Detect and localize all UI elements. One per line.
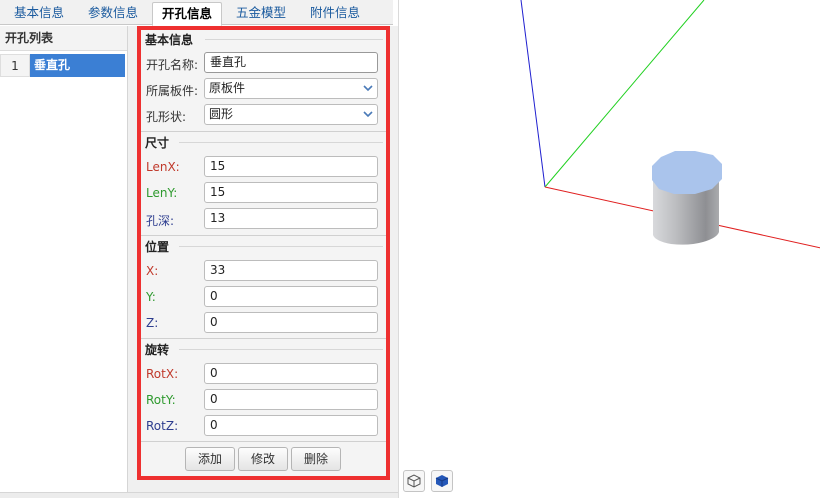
hole-form: 基本信息 开孔名称: 垂直孔 所属板件: 原板件 孔形状: 圆形 尺寸 LenX… [137,26,390,480]
rotx-label: RotX: [146,367,179,381]
delete-button[interactable]: 删除 [291,447,341,471]
view-wireframe-button[interactable] [403,470,425,492]
section-divider [179,142,383,143]
rotx-input[interactable]: 0 [204,363,378,384]
separator [141,338,386,339]
lenx-input[interactable]: 15 [204,156,378,177]
depth-label: 孔深: [146,214,175,228]
view-solid-button[interactable] [431,470,453,492]
shape-label: 孔形状: [146,110,187,124]
x-label: X: [146,264,159,278]
z-axis-line [520,0,546,188]
chevron-down-icon [363,85,373,92]
shape-select[interactable]: 圆形 [204,104,378,125]
depth-input[interactable]: 13 [204,208,378,229]
lenx-label: LenX: [146,160,180,174]
section-divider [179,349,383,350]
leny-input[interactable]: 15 [204,182,378,203]
rotz-input[interactable]: 0 [204,415,378,436]
chevron-down-icon [363,111,373,118]
bottom-bar [0,492,398,498]
separator [141,441,386,442]
3d-viewport[interactable] [398,0,820,498]
section-divider [179,246,383,247]
y-input[interactable]: 0 [204,286,378,307]
board-select-value: 原板件 [209,81,246,95]
scene-canvas[interactable] [399,0,820,498]
tab-basic-info[interactable]: 基本信息 [4,2,74,25]
tab-hole-info[interactable]: 开孔信息 [152,2,222,26]
section-divider [205,39,383,40]
list-item[interactable]: 1 垂直孔 [0,54,125,77]
hole-name-label: 开孔名称: [146,58,199,72]
tab-hardware-model[interactable]: 五金模型 [226,2,296,25]
leny-label: LenY: [146,186,178,200]
tab-attachment-info[interactable]: 附件信息 [300,2,370,25]
hole-form-wrapper: 基本信息 开孔名称: 垂直孔 所属板件: 原板件 孔形状: 圆形 尺寸 LenX… [128,26,398,492]
hole-name-input[interactable]: 垂直孔 [204,52,378,73]
tab-bar: 基本信息 参数信息 开孔信息 五金模型 附件信息 [0,0,393,26]
x-input[interactable]: 33 [204,260,378,281]
shape-select-value: 圆形 [209,107,234,121]
board-select[interactable]: 原板件 [204,78,378,99]
roty-label: RotY: [146,393,176,407]
box-outline-icon [407,474,421,488]
cylinder-model[interactable] [652,151,722,245]
separator [141,131,386,132]
rotz-label: RotZ: [146,419,179,433]
section-title-rotation: 旋转 [145,343,170,357]
hole-list-panel: 开孔列表 1 垂直孔 [0,26,128,498]
hole-list-header: 开孔列表 [0,26,127,51]
section-title-size: 尺寸 [145,136,170,150]
add-button[interactable]: 添加 [185,447,235,471]
roty-input[interactable]: 0 [204,389,378,410]
section-title-position: 位置 [145,240,170,254]
row-name[interactable]: 垂直孔 [30,54,125,77]
box-solid-icon [435,475,449,487]
board-label: 所属板件: [146,84,199,98]
section-title-basic: 基本信息 [145,33,194,47]
tab-params-info[interactable]: 参数信息 [78,2,148,25]
y-label: Y: [146,290,156,304]
z-label: Z: [146,316,159,330]
row-number: 1 [0,54,30,77]
edit-button[interactable]: 修改 [238,447,288,471]
separator [141,235,386,236]
z-input[interactable]: 0 [204,312,378,333]
